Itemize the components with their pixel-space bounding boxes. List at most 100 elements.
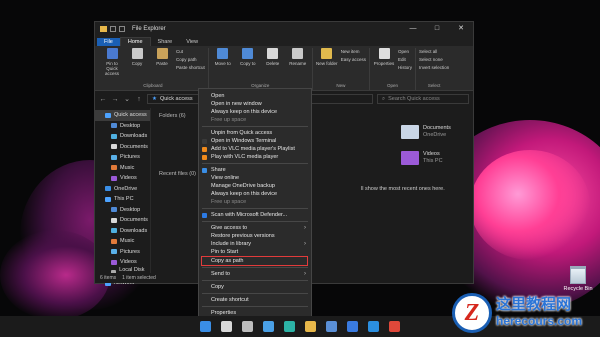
copy-to-button[interactable]: Copy to: [237, 48, 259, 66]
up-icon[interactable]: ↑: [135, 96, 143, 103]
tab-file[interactable]: File: [97, 38, 120, 46]
menu-item[interactable]: Share: [199, 166, 311, 174]
folder-icon: [111, 133, 117, 139]
menu-item[interactable]: Manage OneDrive backup: [199, 182, 311, 190]
minimize-button[interactable]: —: [401, 22, 425, 36]
selection-count: 1 item selected: [122, 275, 156, 281]
menu-item-label: Unpin from Quick access: [211, 130, 273, 136]
edit-button[interactable]: Edit: [398, 57, 412, 62]
menu-item[interactable]: Play with VLC media player: [199, 153, 311, 161]
history-button[interactable]: History: [398, 65, 412, 70]
delete-button[interactable]: Delete: [262, 48, 284, 66]
sidebar-item[interactable]: Downloads: [95, 226, 150, 237]
menu-item[interactable]: View online: [199, 174, 311, 182]
menu-item[interactable]: Include in library ›: [199, 240, 311, 248]
tab-view[interactable]: View: [179, 38, 205, 46]
menu-item[interactable]: Always keep on this device: [199, 108, 311, 116]
copy-as-path-menu-item[interactable]: Copy as path: [201, 256, 308, 266]
copy-path-button[interactable]: Copy path: [176, 57, 205, 62]
select-all-button[interactable]: Select all: [419, 49, 449, 54]
menu-item[interactable]: Unpin from Quick access: [199, 129, 311, 137]
menu-item[interactable]: Open in Windows Terminal: [199, 137, 311, 145]
folder-tile-documents[interactable]: Documents OneDrive: [401, 125, 451, 139]
ribbon-group-organize: Move to Copy to Delete Rename Organize: [209, 48, 313, 90]
new-folder-button[interactable]: New folder: [316, 48, 338, 66]
open-group-label: Open: [387, 83, 399, 88]
search-icon[interactable]: [221, 321, 232, 332]
menu-item[interactable]: Create shortcut: [199, 296, 311, 304]
start-icon[interactable]: [200, 321, 211, 332]
maximize-button[interactable]: □: [425, 22, 449, 36]
easy-access-button[interactable]: Easy access: [341, 57, 366, 62]
folders-header[interactable]: Folders (6): [159, 113, 186, 119]
pin-to-quick-access-button[interactable]: Pin to Quick access: [101, 48, 123, 76]
folder-icon: [105, 186, 111, 192]
menu-item[interactable]: Open: [199, 92, 311, 100]
menu-item[interactable]: Always keep on this device: [199, 190, 311, 198]
edge-icon[interactable]: [284, 321, 295, 332]
sidebar-item[interactable]: Downloads: [95, 131, 150, 142]
menu-item-label: Restore previous versions: [211, 233, 275, 239]
sidebar-item[interactable]: This PC: [95, 194, 150, 205]
file-explorer-icon[interactable]: [305, 321, 316, 332]
forward-icon[interactable]: →: [111, 96, 119, 103]
sidebar-item[interactable]: Music: [95, 163, 150, 174]
menu-item-label: Manage OneDrive backup: [211, 183, 275, 189]
menu-item[interactable]: Add to VLC media player's Playlist: [199, 145, 311, 153]
menu-item-label: Add to VLC media player's Playlist: [211, 146, 295, 152]
folder-tile-videos[interactable]: Videos This PC: [401, 151, 443, 165]
rename-button[interactable]: Rename: [287, 48, 309, 66]
sidebar-item-label: Pictures: [120, 154, 140, 161]
properties-button[interactable]: Properties: [373, 48, 395, 70]
sidebar-item[interactable]: Documents: [95, 142, 150, 153]
paste-button[interactable]: Paste: [151, 48, 173, 76]
menu-item-label: View online: [211, 175, 240, 181]
sidebar-item[interactable]: Pictures: [95, 152, 150, 163]
menu-item-label: Always keep on this device: [211, 191, 278, 197]
paste-shortcut-button[interactable]: Paste shortcut: [176, 65, 205, 70]
context-menu: Open Open in new window Always keep on thi…: [198, 88, 312, 320]
close-button[interactable]: ✕: [449, 22, 473, 36]
sidebar-item-label: Documents: [120, 217, 148, 224]
cut-button[interactable]: Cut: [176, 49, 205, 54]
back-icon[interactable]: ←: [99, 96, 107, 103]
task-view-icon[interactable]: [242, 321, 253, 332]
store-icon[interactable]: [326, 321, 337, 332]
widgets-icon[interactable]: [263, 321, 274, 332]
sidebar-item[interactable]: OneDrive: [95, 184, 150, 195]
copy-button[interactable]: Copy: [126, 48, 148, 76]
menu-item[interactable]: Copy: [199, 283, 311, 291]
menu-item[interactable]: Open in new window: [199, 100, 311, 108]
sidebar-item[interactable]: Desktop: [95, 205, 150, 216]
new-item-button[interactable]: New item: [341, 49, 366, 54]
sidebar-item[interactable]: Quick access: [95, 110, 150, 121]
paste-label: Paste: [156, 61, 168, 66]
menu-item[interactable]: Restore previous versions: [199, 232, 311, 240]
open-button[interactable]: Open: [398, 49, 412, 54]
rename-label: Rename: [289, 61, 307, 66]
sidebar-item[interactable]: Videos: [95, 173, 150, 184]
menu-item[interactable]: Give access to ›: [199, 224, 311, 232]
mail-icon[interactable]: [347, 321, 358, 332]
sidebar-item[interactable]: Pictures: [95, 247, 150, 258]
quick-access-toolbar-icon[interactable]: [119, 26, 125, 32]
recent-files-header[interactable]: Recent files (0): [159, 171, 196, 177]
sidebar-item[interactable]: Documents: [95, 215, 150, 226]
move-to-button[interactable]: Move to: [212, 48, 234, 66]
photos-icon[interactable]: [368, 321, 379, 332]
tab-home[interactable]: Home: [119, 37, 151, 46]
menu-item[interactable]: Pin to Start: [199, 248, 311, 256]
sidebar-item-label: Videos: [120, 175, 137, 182]
chevron-down-icon[interactable]: ⌄: [123, 95, 131, 103]
tab-share[interactable]: Share: [151, 38, 180, 46]
menu-item[interactable]: Scan with Microsoft Defender...: [199, 211, 311, 219]
recycle-bin[interactable]: Recycle Bin: [560, 266, 596, 292]
search-input[interactable]: ⌕ Search Quick access: [377, 94, 469, 104]
sidebar-item[interactable]: Music: [95, 236, 150, 247]
select-none-button[interactable]: Select none: [419, 57, 449, 62]
menu-item[interactable]: Send to ›: [199, 270, 311, 278]
sidebar-item[interactable]: Desktop: [95, 121, 150, 132]
quick-access-toolbar-icon[interactable]: [110, 26, 116, 32]
invert-selection-button[interactable]: Invert selection: [419, 65, 449, 70]
chrome-icon[interactable]: [389, 321, 400, 332]
